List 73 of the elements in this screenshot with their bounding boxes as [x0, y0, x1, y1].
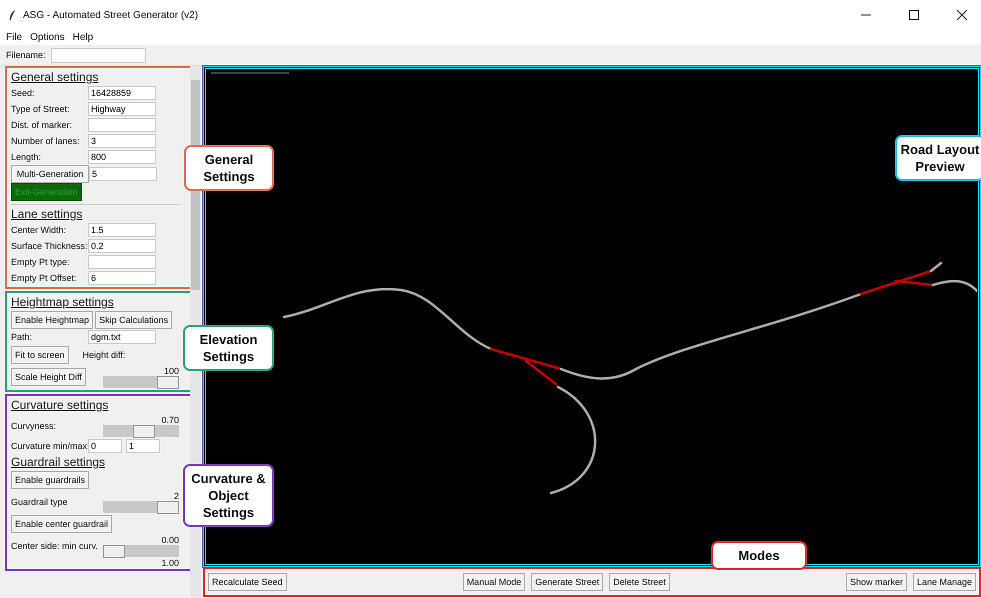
input-field[interactable]: 0.2 — [88, 239, 156, 253]
toolbar-button[interactable]: Lane Manage — [912, 573, 976, 591]
section-heading: Curvature settings — [11, 398, 108, 412]
window-title: ASG - Automated Street Generator (v2) — [23, 10, 198, 20]
input-field[interactable]: 3 — [88, 134, 156, 148]
input-field[interactable] — [88, 255, 156, 269]
section-heading: General settings — [11, 70, 98, 84]
section-heading: Lane settings — [11, 207, 82, 221]
input-field[interactable]: 5 — [89, 167, 157, 181]
input-field[interactable]: 1.5 — [88, 223, 156, 237]
section-heading: Guardrail settings — [11, 455, 106, 469]
input-field[interactable] — [88, 118, 156, 132]
slider-thumb[interactable] — [157, 376, 179, 388]
close-icon[interactable] — [957, 10, 967, 20]
annotation-tooltip: Curvature & Object Settings — [183, 464, 274, 527]
slider-label: Guardrail type — [11, 496, 68, 506]
action-button[interactable]: Enable Heightmap — [11, 310, 94, 328]
slider-value: 0.70 — [161, 414, 179, 424]
input-field[interactable]: 16428859 — [88, 86, 156, 100]
filename-label: Filename: — [6, 50, 46, 60]
action-button[interactable]: Enable center guardrail — [11, 514, 112, 532]
field-label: Empty Pt Offset: — [11, 273, 78, 283]
field-label: Height diff: — [82, 350, 126, 360]
annotation-tooltip: General Settings — [184, 145, 274, 191]
slider-label: Center side: min curv. — [11, 540, 98, 550]
input-field[interactable]: 800 — [88, 150, 156, 164]
slider[interactable] — [103, 424, 179, 436]
slider[interactable] — [103, 500, 179, 512]
field-label: Path: — [11, 332, 34, 342]
slider[interactable] — [103, 544, 179, 556]
menu-item[interactable]: File — [6, 32, 22, 43]
slider-thumb[interactable] — [157, 500, 179, 514]
field-label: Seed: — [11, 88, 36, 98]
menu-item[interactable]: Help — [72, 32, 94, 43]
slider[interactable] — [103, 376, 179, 388]
field-label: Curvature min/max: — [11, 441, 88, 451]
feather-icon — [8, 8, 17, 22]
field-label: Type of Street: — [11, 104, 71, 114]
annotation-tooltip: Elevation Settings — [183, 325, 274, 371]
section-heading: Heightmap settings — [11, 295, 114, 309]
toolbar-button[interactable]: Manual Mode — [462, 573, 526, 591]
field-label: Empty Pt type: — [11, 257, 71, 267]
filename-field[interactable] — [50, 48, 146, 62]
field-label: Dist. of marker: — [11, 120, 74, 130]
min-field[interactable]: 0 — [88, 439, 122, 453]
slider-thumb[interactable] — [132, 424, 155, 438]
slider-label: Curvyness: — [11, 420, 56, 430]
input-field[interactable]: 6 — [88, 271, 156, 285]
field-label: Surface Thickness: — [11, 241, 88, 251]
toolbar-button[interactable]: Generate Street — [531, 573, 604, 591]
annotation-tooltip: Modes — [711, 541, 807, 570]
multi-generation-button[interactable]: Multi-Generation — [11, 165, 89, 183]
toolbar-button[interactable]: Show marker — [846, 573, 907, 591]
input-field[interactable]: Highway — [88, 102, 156, 116]
field-label: Length: — [11, 152, 42, 162]
action-button[interactable]: Enable guardrails — [11, 470, 90, 488]
action-button[interactable]: Fit to screen — [11, 346, 69, 364]
field-label: Number of lanes: — [11, 136, 81, 146]
slider-thumb[interactable] — [103, 544, 125, 558]
slider-value: 1.00 — [161, 558, 179, 568]
action-button[interactable]: Skip Calculations — [95, 310, 172, 328]
slider-value: 2 — [174, 490, 179, 500]
slider-value: 0.00 — [161, 534, 179, 544]
action-button[interactable]: Scale Height Diff — [11, 368, 86, 386]
annotation-tooltip: Road Layout Preview — [895, 135, 981, 181]
max-field[interactable]: 1 — [126, 439, 160, 453]
slider-value: 100 — [164, 366, 179, 376]
maximize-icon[interactable] — [909, 10, 919, 20]
toolbar-button[interactable]: Delete Street — [609, 573, 670, 591]
menu-item[interactable]: Options — [30, 32, 65, 43]
field-label: Center Width: — [11, 225, 68, 235]
toolbar-button[interactable]: Recalculate Seed — [208, 573, 287, 591]
input-field[interactable]: dgm.txt — [88, 330, 156, 344]
